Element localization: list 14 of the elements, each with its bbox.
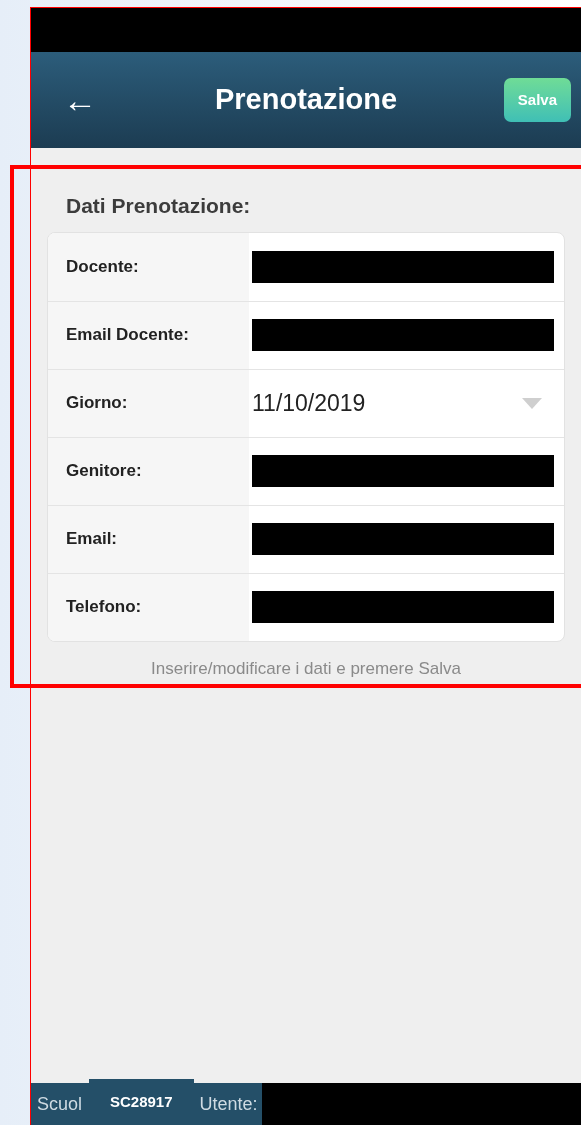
field-label: Telefono:	[48, 573, 249, 641]
dropdown-arrow-icon	[522, 397, 542, 409]
hint-text: Inserire/modificare i dati e premere Salva	[150, 657, 462, 680]
field-label: Giorno:	[48, 369, 249, 437]
section-title: Dati Prenotazione:	[65, 193, 252, 219]
back-icon[interactable]: ←	[63, 83, 97, 117]
status-label: Scuol	[36, 1092, 84, 1116]
page-title: Prenotazione	[213, 82, 399, 118]
field-label: Email Docente:	[48, 301, 249, 369]
field-label: Docente:	[48, 232, 249, 301]
field-label: Genitore:	[48, 437, 249, 505]
date-dropdown[interactable]: 11/10/2019	[252, 369, 554, 437]
status-label: Utente:	[198, 1092, 259, 1116]
field-label: Email:	[48, 505, 249, 573]
